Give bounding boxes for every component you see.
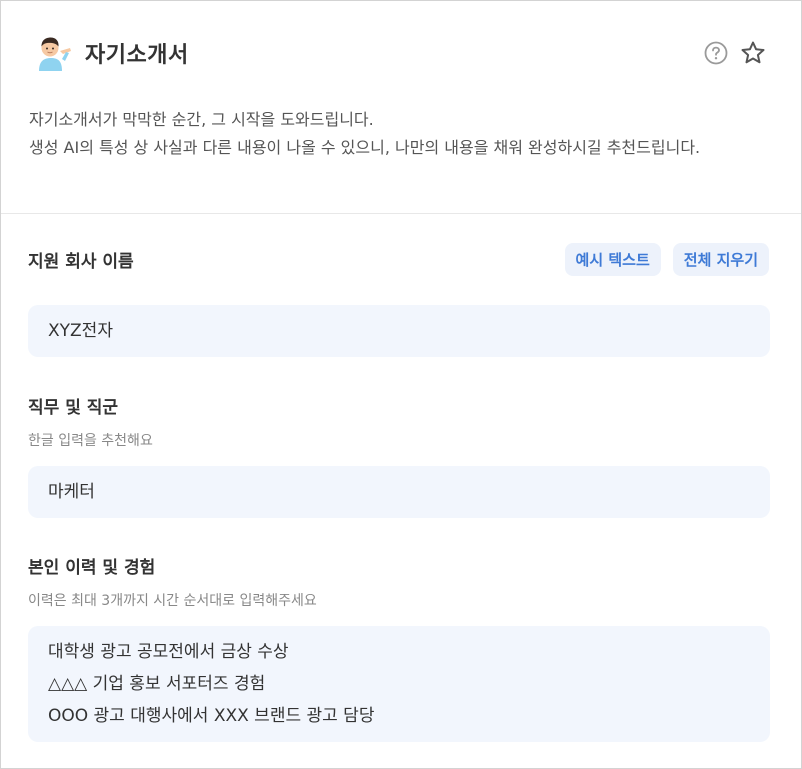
clear-all-button[interactable]: 전체 지우기	[672, 243, 769, 276]
help-circle-icon[interactable]	[704, 41, 728, 65]
experience-label: 본인 이력 및 경험	[28, 558, 156, 578]
self-intro-panel: 자기소개서 자기소개서가 막막한 순간, 그 시작을 도와드립니다. 생성 AI…	[0, 0, 802, 769]
experience-section: 본인 이력 및 경험 이력은 최대 3개까지 시간 순서대로 입력해주세요 대학…	[28, 553, 770, 742]
header-divider	[1, 213, 801, 214]
experience-hint: 이력은 최대 3개까지 시간 순서대로 입력해주세요	[28, 593, 317, 609]
example-text-button[interactable]: 예시 텍스트	[564, 243, 661, 276]
man-tipping-hand-icon	[39, 37, 71, 71]
job-input[interactable]: 마케터	[28, 466, 770, 518]
job-section: 직무 및 직군 한글 입력을 추천해요 마케터	[28, 393, 770, 518]
description-line-1: 자기소개서가 막막한 순간, 그 시작을 도와드립니다.	[29, 110, 374, 129]
company-name-input[interactable]: XYZ전자	[28, 305, 770, 357]
description-line-2: 생성 AI의 특성 상 사실과 다른 내용이 나올 수 있으니, 나만의 내용을…	[29, 138, 701, 157]
experience-line-1: 대학생 광고 공모전에서 금상 수상	[48, 642, 289, 662]
description-block: 자기소개서가 막막한 순간, 그 시작을 도와드립니다. 생성 AI의 특성 상…	[1, 93, 801, 199]
page-title: 자기소개서	[85, 43, 189, 68]
job-label: 직무 및 직군	[28, 398, 119, 418]
star-outline-icon[interactable]	[740, 40, 766, 66]
job-hint: 한글 입력을 추천해요	[28, 433, 153, 449]
experience-line-3: OOO 광고 대행사에서 XXX 브랜드 광고 담당	[48, 706, 375, 726]
panel-header: 자기소개서	[1, 1, 801, 93]
experience-line-2: △△△ 기업 홍보 서포터즈 경험	[48, 674, 266, 694]
experience-textarea[interactable]: 대학생 광고 공모전에서 금상 수상 △△△ 기업 홍보 서포터즈 경험 OOO…	[28, 626, 770, 742]
company-actions: 예시 텍스트 전체 지우기	[564, 243, 769, 276]
company-section: 지원 회사 이름 예시 텍스트 전체 지우기 XYZ전자	[28, 243, 770, 357]
